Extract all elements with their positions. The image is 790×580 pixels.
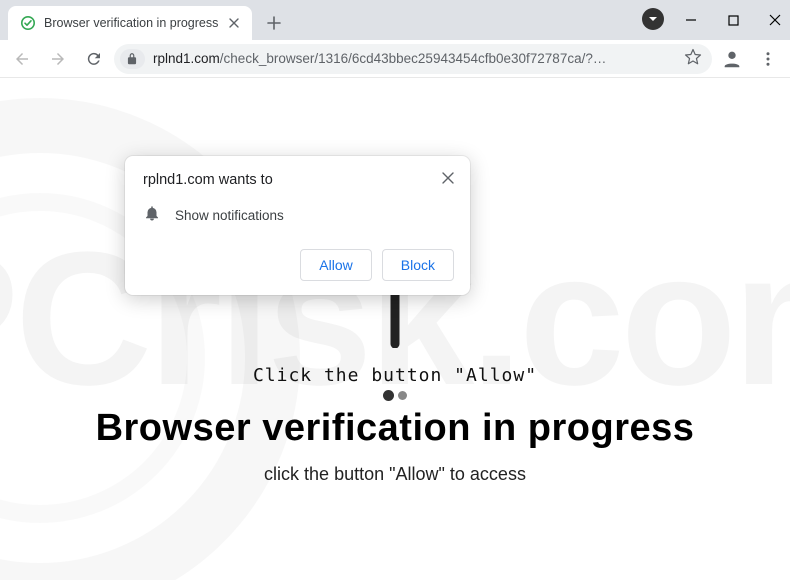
page-body: Click the button "Allow" Browser verific… bbox=[0, 78, 790, 580]
bell-icon bbox=[143, 204, 161, 227]
notification-permission-prompt: rplnd1.com wants to Show notifications A… bbox=[125, 156, 470, 295]
address-url: rplnd1.com/check_browser/1316/6cd43bbec2… bbox=[153, 51, 676, 66]
bookmark-star-icon[interactable] bbox=[684, 48, 702, 69]
loading-dots bbox=[383, 390, 407, 401]
address-bar[interactable]: rplnd1.com/check_browser/1316/6cd43bbec2… bbox=[114, 44, 712, 74]
site-security-chip[interactable] bbox=[120, 49, 145, 69]
nav-back-button[interactable] bbox=[6, 43, 38, 75]
window-close-icon[interactable] bbox=[768, 13, 782, 27]
browser-toolbar: rplnd1.com/check_browser/1316/6cd43bbec2… bbox=[0, 40, 790, 78]
page-subtext: click the button "Allow" to access bbox=[264, 464, 526, 485]
lock-icon bbox=[125, 52, 139, 66]
window-minimize-icon[interactable] bbox=[684, 13, 698, 27]
tab-close-icon[interactable] bbox=[226, 15, 242, 31]
nav-forward-button[interactable] bbox=[42, 43, 74, 75]
browser-menu-icon[interactable] bbox=[752, 43, 784, 75]
nav-reload-button[interactable] bbox=[78, 43, 110, 75]
prompt-close-icon[interactable] bbox=[438, 168, 458, 188]
window-maximize-icon[interactable] bbox=[726, 13, 740, 27]
prompt-permission-text: Show notifications bbox=[175, 208, 284, 223]
block-button[interactable]: Block bbox=[382, 249, 454, 281]
prompt-title: rplnd1.com wants to bbox=[143, 172, 454, 188]
tab-favicon bbox=[20, 15, 36, 31]
tab-title: Browser verification in progress bbox=[44, 16, 218, 30]
new-tab-button[interactable] bbox=[260, 9, 288, 37]
profile-avatar[interactable] bbox=[716, 43, 748, 75]
window-titlebar: Browser verification in progress bbox=[0, 0, 790, 40]
allow-button[interactable]: Allow bbox=[300, 249, 371, 281]
page-content: PCrisk.com rplnd1.com wants to Show noti… bbox=[0, 78, 790, 580]
titlebar-dropdown-icon[interactable] bbox=[642, 8, 664, 30]
browser-tab[interactable]: Browser verification in progress bbox=[8, 6, 252, 40]
instruction-text: Click the button "Allow" bbox=[253, 365, 537, 386]
page-heading: Browser verification in progress bbox=[96, 407, 695, 450]
window-controls bbox=[676, 0, 790, 40]
